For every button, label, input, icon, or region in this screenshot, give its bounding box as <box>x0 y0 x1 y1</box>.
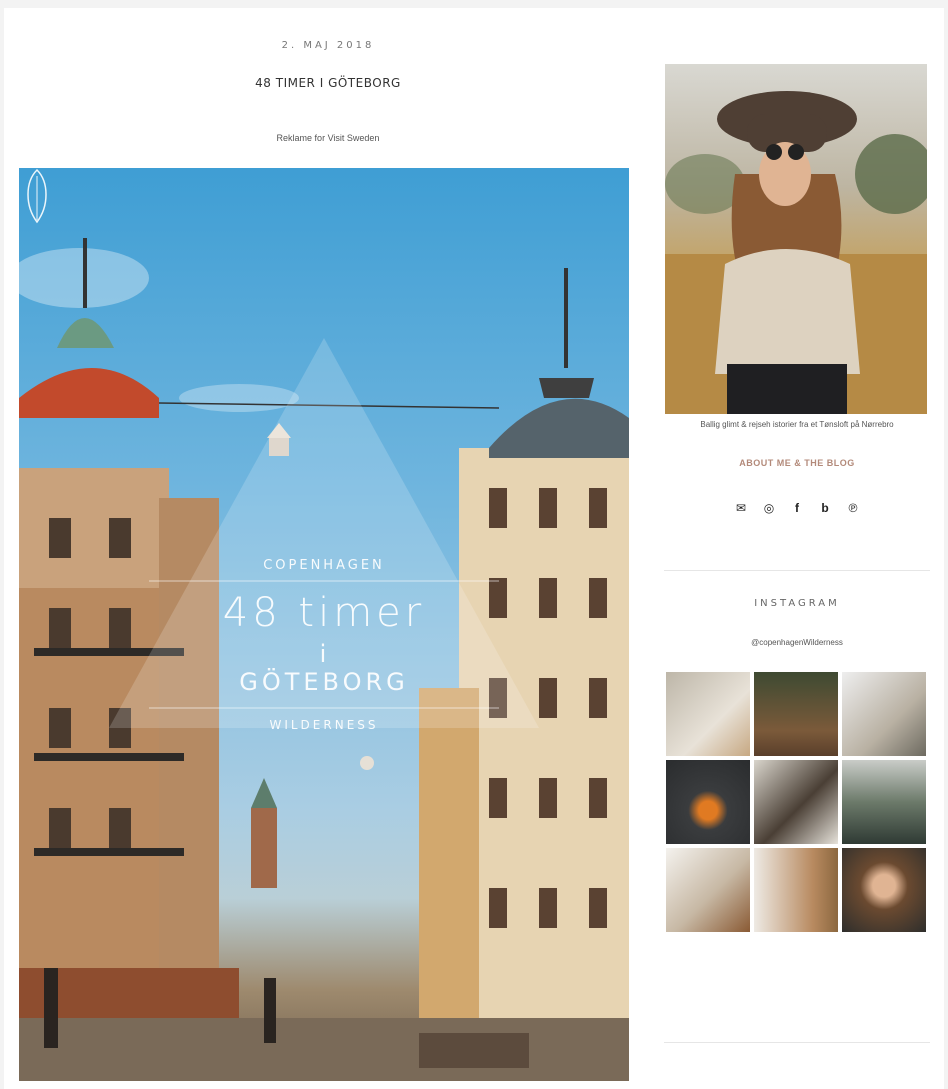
post-title[interactable]: 48 TIMER I GÖTEBORG <box>24 76 632 90</box>
profile-caption: Ballig glimt & rejseh istorier fra et Tø… <box>700 420 894 429</box>
instagram-photo[interactable] <box>842 848 926 932</box>
hero-image[interactable]: COPENHAGEN 48 timer i GÖTEBORG WILDERNES… <box>19 168 629 1081</box>
hero-destination: GÖTEBORG <box>239 668 409 696</box>
instagram-photo[interactable] <box>754 760 838 844</box>
about-link[interactable]: ABOUT ME & THE BLOG <box>664 458 930 468</box>
instagram-photo[interactable] <box>666 672 750 756</box>
profile-illustration <box>665 91 927 414</box>
hero-city: COPENHAGEN <box>263 558 385 573</box>
leaf-logo-icon <box>27 168 47 224</box>
instagram-photo[interactable] <box>842 760 926 844</box>
profile-photo[interactable] <box>665 64 927 414</box>
sidebar-divider <box>664 1042 930 1043</box>
bloglovin-icon[interactable]: b <box>817 500 833 516</box>
post-date: 2. MAJ 2018 <box>281 40 375 51</box>
sidebar: Ballig glimt & rejseh istorier fra et Tø… <box>664 8 930 1089</box>
instagram-photo[interactable] <box>754 848 838 932</box>
instagram-icon[interactable]: ◎ <box>761 500 777 516</box>
hero-brand: WILDERNESS <box>269 718 379 732</box>
pinterest-icon[interactable]: ℗ <box>845 500 861 516</box>
hero-connector: i <box>319 640 329 668</box>
instagram-photo[interactable] <box>666 848 750 932</box>
social-links: ✉ ◎ f b ℗ <box>664 500 930 516</box>
hero-headline: 48 timer <box>222 590 426 636</box>
instagram-title: INSTAGRAM <box>754 598 840 609</box>
instagram-photo[interactable] <box>754 672 838 756</box>
sponsor-note: Reklame for Visit Sweden <box>276 133 380 143</box>
email-icon[interactable]: ✉ <box>733 500 749 516</box>
instagram-handle[interactable]: @copenhagenWilderness <box>664 638 930 647</box>
facebook-icon[interactable]: f <box>789 500 805 516</box>
instagram-grid <box>666 672 928 932</box>
instagram-photo[interactable] <box>842 672 926 756</box>
instagram-photo[interactable] <box>666 760 750 844</box>
sidebar-divider <box>664 570 930 571</box>
page: 2. MAJ 2018 48 TIMER I GÖTEBORG Reklame … <box>4 8 944 1089</box>
